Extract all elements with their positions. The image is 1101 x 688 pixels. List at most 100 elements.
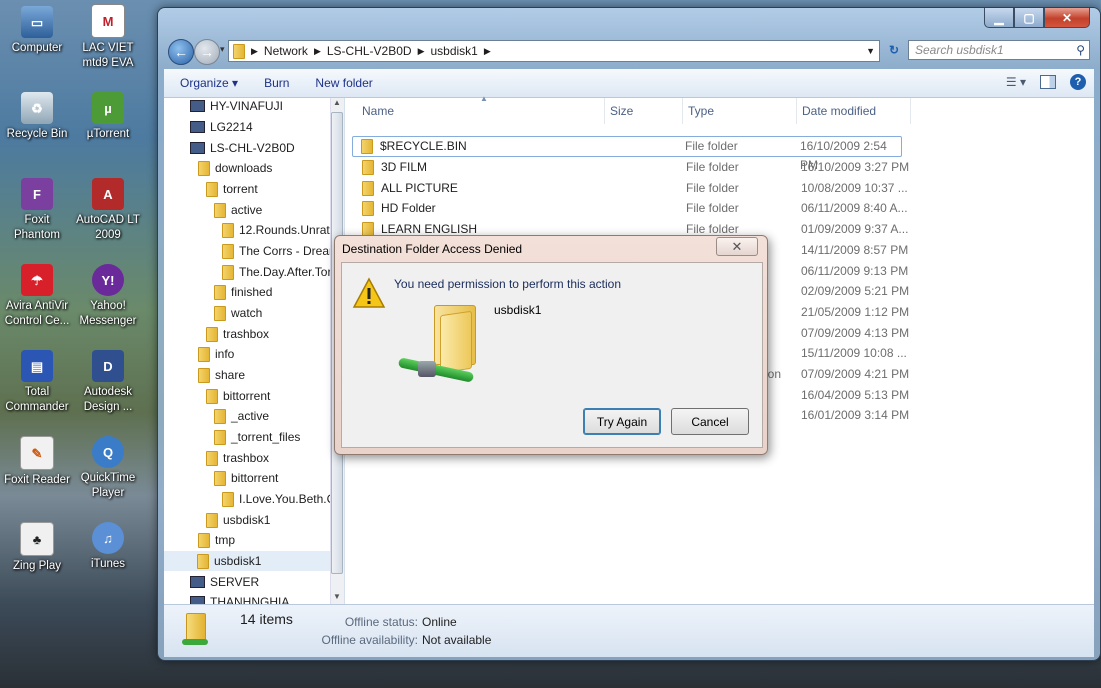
tree-item[interactable]: trashbox	[206, 448, 269, 468]
folder-icon	[222, 264, 234, 280]
tree-item[interactable]: bittorrent	[206, 386, 270, 406]
column-header-type[interactable]: Type	[688, 101, 714, 121]
help-icon[interactable]: ?	[1070, 74, 1086, 90]
tree-item[interactable]: active	[214, 200, 262, 220]
tree-item[interactable]: _active	[214, 406, 269, 426]
burn-button[interactable]: Burn	[264, 76, 289, 90]
desktop-icon-autodesk[interactable]: D Autodesk Design ...	[71, 350, 145, 415]
back-arrow-icon: ←	[174, 44, 188, 60]
file-row-selected[interactable]: $RECYCLE.BIN File folder 16/10/2009 2:54 P…	[352, 136, 902, 172]
chevron-right-icon: ▶	[251, 45, 258, 56]
tree-item[interactable]: tmp	[198, 530, 235, 550]
folder-icon	[214, 284, 226, 300]
dialog-item-name: usbdisk1	[494, 303, 542, 317]
tree-item[interactable]: watch	[214, 303, 262, 323]
change-view-icon[interactable]: ☰ ▾	[1006, 75, 1026, 89]
file-row[interactable]: 3D FILM File folder 16/10/2009 3:27 PM	[354, 157, 914, 177]
recycle-bin-icon: ♻	[21, 92, 53, 124]
folder-icon	[206, 512, 218, 528]
folder-icon	[222, 491, 234, 507]
offline-status-value: Online	[422, 615, 457, 629]
tree-item[interactable]: downloads	[198, 158, 272, 178]
chevron-right-icon: ▶	[417, 45, 425, 56]
tree-item[interactable]: bittorrent	[214, 468, 278, 488]
address-bar[interactable]: ▶ Network ▶ LS-CHL-V2B0D ▶ usbdisk1 ▶ ▼	[228, 40, 880, 62]
network-folder-icon	[198, 346, 210, 362]
desktop-icon-recycle-bin[interactable]: ♻ Recycle Bin	[0, 92, 74, 142]
column-header-date[interactable]: Date modified	[802, 101, 876, 121]
file-row[interactable]: HD Folder File folder 06/11/2009 8:40 A...	[354, 198, 914, 218]
desktop-icon-utorrent[interactable]: µ µTorrent	[71, 92, 145, 142]
recent-pages-dropdown[interactable]: ▾	[220, 44, 225, 55]
tree-item[interactable]: _torrent_files	[214, 427, 300, 447]
foxit-phantom-icon: F	[21, 178, 53, 210]
tree-item[interactable]: finished	[214, 282, 272, 302]
forward-button[interactable]: →	[194, 39, 220, 65]
desktop-icon-total-commander[interactable]: ▤ Total Commander	[0, 350, 74, 415]
tree-item[interactable]: info	[198, 344, 234, 364]
scroll-down-icon[interactable]: ▼	[333, 592, 341, 601]
column-divider[interactable]	[682, 98, 683, 124]
column-header-name[interactable]: Name	[362, 101, 394, 121]
search-input[interactable]: Search usbdisk1 ⚲	[908, 40, 1090, 60]
scroll-up-icon[interactable]: ▲	[333, 98, 341, 107]
network-folder-icon	[198, 160, 210, 176]
dialog-body: You need permission to perform this acti…	[341, 262, 763, 448]
yahoo-messenger-icon: Y!	[92, 264, 124, 296]
tree-item[interactable]: torrent	[206, 179, 258, 199]
tree-item[interactable]: THANHNGHIA	[190, 592, 289, 604]
tree-item[interactable]: The.Day.After.Tor	[222, 262, 331, 282]
tree-item[interactable]: SERVER	[190, 572, 259, 592]
desktop-icon-computer[interactable]: ▭ Computer	[0, 6, 74, 56]
folder-icon	[222, 243, 234, 259]
tree-item[interactable]: LG2214	[190, 117, 253, 137]
itunes-icon: ♫	[92, 522, 124, 554]
desktop-icon-itunes[interactable]: ♫ iTunes	[71, 522, 145, 572]
column-header-size[interactable]: Size	[610, 101, 633, 121]
foxit-reader-icon: ✎	[20, 436, 54, 470]
computer-icon	[190, 121, 205, 133]
close-button[interactable]: ✕	[1044, 8, 1090, 28]
desktop-icon-avira[interactable]: ☂ Avira AntiVir Control Ce...	[0, 264, 74, 329]
minimize-button[interactable]: ▁	[984, 8, 1014, 28]
breadcrumb-server[interactable]: LS-CHL-V2B0D	[327, 44, 412, 58]
breadcrumb-usbdisk1[interactable]: usbdisk1	[430, 44, 477, 58]
desktop-icon-zing-play[interactable]: ♣ Zing Play	[0, 522, 74, 574]
computer-icon	[190, 596, 205, 604]
address-dropdown-icon[interactable]: ▼	[866, 46, 875, 56]
desktop-icon-foxit-phantom[interactable]: F Foxit Phantom	[0, 178, 74, 243]
new-folder-button[interactable]: New folder	[315, 76, 372, 90]
column-divider[interactable]	[796, 98, 797, 124]
dialog-close-button[interactable]: ✕	[716, 237, 758, 256]
tree-item[interactable]: I.Love.You.Beth.Co	[222, 489, 342, 509]
desktop-icon-quicktime[interactable]: Q QuickTime Player	[71, 436, 145, 501]
tree-item-selected[interactable]: usbdisk1	[164, 551, 344, 571]
try-again-button[interactable]: Try Again	[583, 408, 661, 435]
computer-icon	[190, 576, 205, 588]
desktop-icon-yahoo[interactable]: Y! Yahoo! Messenger	[71, 264, 145, 329]
tree-item[interactable]: HY-VINAFUJI	[190, 98, 283, 116]
organize-button[interactable]: Organize ▾	[180, 76, 238, 90]
desktop-icon-autocad[interactable]: A AutoCAD LT 2009	[71, 178, 145, 243]
desktop-icon-lacviet[interactable]: M LAC VIET mtd9 EVA	[71, 4, 145, 71]
tree-item[interactable]: trashbox	[206, 324, 269, 344]
tree-item[interactable]: usbdisk1	[206, 510, 270, 530]
preview-pane-icon[interactable]	[1040, 75, 1056, 89]
tree-item[interactable]: LS-CHL-V2B0D	[190, 138, 295, 158]
maximize-button[interactable]: ▢	[1014, 8, 1044, 28]
folder-icon	[214, 429, 226, 445]
network-folder-icon	[197, 553, 209, 569]
column-divider[interactable]	[604, 98, 605, 124]
cancel-button[interactable]: Cancel	[671, 408, 749, 435]
desktop-icon-foxit-reader[interactable]: ✎ Foxit Reader	[0, 436, 74, 488]
file-row[interactable]: ALL PICTURE File folder 10/08/2009 10:37 .…	[354, 178, 914, 198]
tree-item[interactable]: share	[198, 365, 245, 385]
refresh-button[interactable]: ↻	[884, 40, 904, 60]
autocad-icon: A	[92, 178, 124, 210]
tree-item[interactable]: The Corrs - Drear	[222, 241, 333, 261]
avira-icon: ☂	[21, 264, 53, 296]
back-button[interactable]: ←	[168, 39, 194, 65]
tree-item[interactable]: 12.Rounds.Unrate	[222, 220, 336, 240]
breadcrumb-network[interactable]: Network	[264, 44, 308, 58]
column-divider[interactable]	[910, 98, 911, 124]
